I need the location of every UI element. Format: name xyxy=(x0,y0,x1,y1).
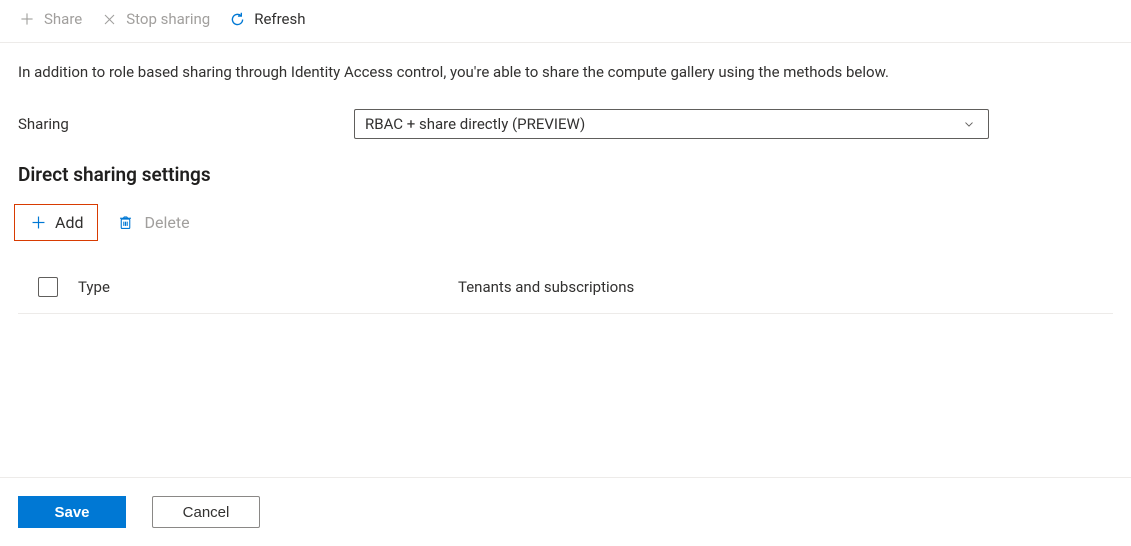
sharing-label: Sharing xyxy=(18,115,354,133)
plus-icon xyxy=(29,214,47,232)
share-button[interactable]: Share xyxy=(18,10,82,28)
sharing-dropdown[interactable]: RBAC + share directly (PREVIEW) xyxy=(354,109,989,139)
close-icon xyxy=(100,10,118,28)
chevron-down-icon xyxy=(960,115,978,133)
action-row: Add Delete xyxy=(0,186,1131,241)
description-text: In addition to role based sharing throug… xyxy=(0,43,1131,81)
refresh-label: Refresh xyxy=(254,10,305,28)
share-label: Share xyxy=(44,10,82,28)
column-type[interactable]: Type xyxy=(78,278,458,296)
add-label: Add xyxy=(55,213,83,232)
sharing-dropdown-value: RBAC + share directly (PREVIEW) xyxy=(365,115,585,133)
trash-icon xyxy=(116,214,134,232)
select-all-checkbox[interactable] xyxy=(38,277,58,297)
stop-sharing-button[interactable]: Stop sharing xyxy=(100,10,210,28)
column-tenants[interactable]: Tenants and subscriptions xyxy=(458,278,1113,296)
refresh-icon xyxy=(228,10,246,28)
stop-sharing-label: Stop sharing xyxy=(126,10,210,28)
toolbar: Share Stop sharing Refresh xyxy=(0,0,1131,43)
footer: Save Cancel xyxy=(0,477,1131,546)
refresh-button[interactable]: Refresh xyxy=(228,10,305,28)
delete-button[interactable]: Delete xyxy=(106,205,199,240)
select-all-column xyxy=(18,277,78,297)
sharing-row: Sharing RBAC + share directly (PREVIEW) xyxy=(0,81,1131,139)
add-button[interactable]: Add xyxy=(14,204,98,241)
cancel-button[interactable]: Cancel xyxy=(152,496,260,528)
plus-icon xyxy=(18,10,36,28)
direct-sharing-heading: Direct sharing settings xyxy=(0,139,1131,186)
table-header: Type Tenants and subscriptions xyxy=(18,277,1113,314)
save-button[interactable]: Save xyxy=(18,496,126,528)
delete-label: Delete xyxy=(144,213,189,232)
